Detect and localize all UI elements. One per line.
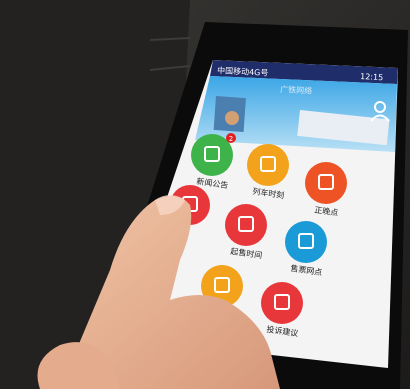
app-tile-circle[interactable] — [285, 221, 327, 263]
app-tile[interactable]: 起售时间 — [225, 204, 267, 260]
banner-title: 广铁网络 — [280, 84, 312, 96]
app-tile-circle[interactable] — [305, 162, 347, 204]
photo-scene: 中国移动4G号 12:15 广铁网络 2新闻公告列车时刻正晚点起售时间售票网点失… — [0, 0, 410, 389]
notification-badge-count: 2 — [229, 135, 233, 143]
app-tile[interactable]: 列车时刻 — [247, 144, 289, 200]
scene-svg: 中国移动4G号 12:15 广铁网络 2新闻公告列车时刻正晚点起售时间售票网点失… — [0, 0, 410, 389]
clock-text: 12:15 — [360, 72, 384, 82]
app-tile-circle[interactable] — [225, 204, 267, 246]
app-tile-circle[interactable] — [261, 282, 303, 324]
app-tile-circle[interactable] — [247, 144, 289, 186]
app-tile[interactable]: 售票网点 — [285, 221, 327, 277]
app-tile[interactable]: 投诉建议 — [261, 282, 303, 338]
banner-person — [225, 111, 239, 125]
